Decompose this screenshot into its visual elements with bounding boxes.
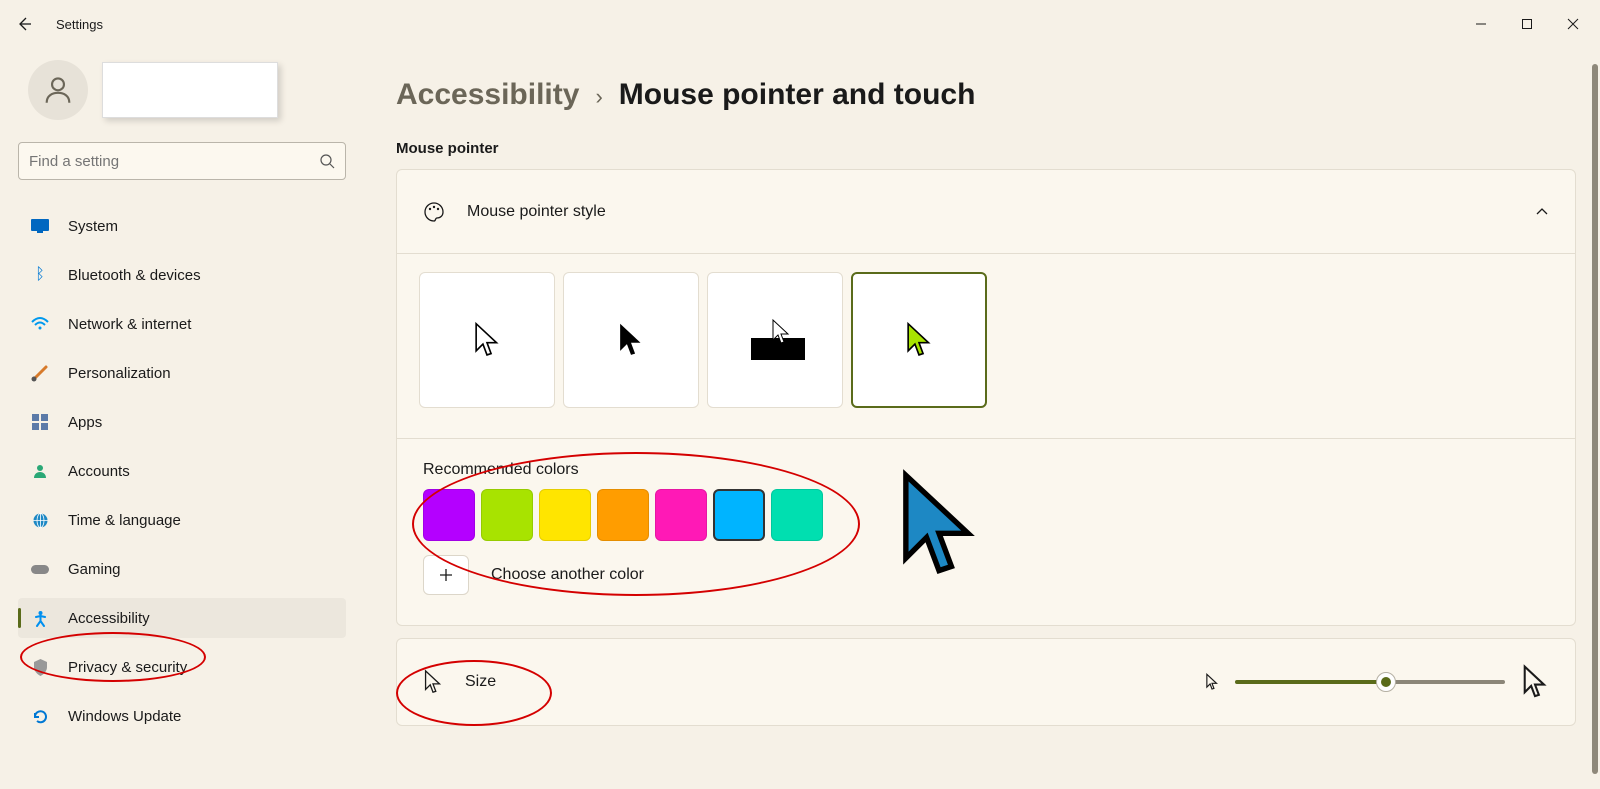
pointer-style-custom[interactable] [851, 272, 987, 408]
close-button[interactable] [1550, 4, 1596, 44]
profile-block[interactable] [18, 60, 346, 120]
main-content: Accessibility › Mouse pointer and touch … [360, 48, 1600, 789]
color-swatch-magenta[interactable] [655, 489, 707, 541]
color-swatch-lime[interactable] [481, 489, 533, 541]
cursor-small-icon [1205, 673, 1219, 691]
sidebar: System ᛒ Bluetooth & devices Network & i… [0, 48, 360, 789]
nav-label: Accessibility [68, 610, 150, 627]
plus-button[interactable] [423, 555, 469, 595]
sidebar-item-system[interactable]: System [18, 206, 346, 246]
card-title: Mouse pointer style [467, 203, 606, 221]
size-card: Size [396, 638, 1576, 726]
choose-another-color-label: Choose another color [491, 566, 644, 584]
cursor-white-icon [473, 321, 501, 359]
palette-icon [423, 201, 445, 223]
profile-name-card [102, 62, 278, 118]
nav-label: Privacy & security [68, 659, 187, 676]
back-button[interactable] [4, 4, 44, 44]
maximize-button[interactable] [1504, 4, 1550, 44]
plus-icon [438, 567, 454, 583]
pointer-preview [893, 467, 985, 595]
breadcrumb: Accessibility › Mouse pointer and touch [396, 78, 1576, 112]
apps-icon [30, 412, 50, 432]
color-swatch-teal[interactable] [771, 489, 823, 541]
search-input[interactable] [29, 153, 319, 170]
chevron-right-icon: › [595, 84, 602, 110]
titlebar: Settings [0, 0, 1600, 48]
nav-label: Network & internet [68, 316, 191, 333]
sidebar-item-network[interactable]: Network & internet [18, 304, 346, 344]
person-icon [41, 73, 75, 107]
globe-icon [30, 510, 50, 530]
account-icon [30, 461, 50, 481]
nav-label: Bluetooth & devices [68, 267, 201, 284]
nav-list: System ᛒ Bluetooth & devices Network & i… [18, 206, 346, 745]
nav-label: System [68, 218, 118, 235]
nav-label: Apps [68, 414, 102, 431]
pointer-style-options [397, 254, 1575, 439]
pointer-style-card: Mouse pointer style [396, 169, 1576, 626]
pointer-style-header[interactable]: Mouse pointer style [397, 170, 1575, 254]
sidebar-item-time[interactable]: Time & language [18, 500, 346, 540]
page-title: Mouse pointer and touch [619, 78, 976, 112]
scrollbar[interactable] [1592, 64, 1598, 774]
app-title: Settings [56, 17, 103, 32]
breadcrumb-parent[interactable]: Accessibility [396, 78, 579, 112]
shield-icon [30, 657, 50, 677]
arrow-left-icon [16, 16, 32, 32]
sidebar-item-personalization[interactable]: Personalization [18, 353, 346, 393]
choose-another-color[interactable]: Choose another color [423, 555, 823, 595]
cursor-black-icon [617, 321, 645, 359]
colors-block: Recommended colors Choo [397, 439, 1575, 625]
nav-label: Gaming [68, 561, 121, 578]
nav-label: Time & language [68, 512, 181, 529]
size-slider-group [1205, 664, 1549, 700]
accessibility-icon [30, 608, 50, 628]
color-swatch-purple[interactable] [423, 489, 475, 541]
cursor-inverted-icon [743, 316, 807, 364]
nav-label: Accounts [68, 463, 130, 480]
brush-icon [30, 363, 50, 383]
display-icon [30, 216, 50, 236]
update-icon [30, 706, 50, 726]
avatar [28, 60, 88, 120]
sidebar-item-update[interactable]: Windows Update [18, 696, 346, 736]
color-swatch-cyan[interactable] [713, 489, 765, 541]
cursor-outline-icon [423, 669, 443, 695]
cursor-preview-icon [893, 467, 985, 583]
chevron-up-icon [1535, 205, 1549, 219]
sidebar-item-bluetooth[interactable]: ᛒ Bluetooth & devices [18, 255, 346, 295]
pointer-style-inverted[interactable] [707, 272, 843, 408]
sidebar-item-accessibility[interactable]: Accessibility [18, 598, 346, 638]
sidebar-item-privacy[interactable]: Privacy & security [18, 647, 346, 687]
window-controls [1458, 4, 1596, 44]
search-icon [319, 153, 335, 169]
nav-label: Windows Update [68, 708, 181, 725]
pointer-style-black[interactable] [563, 272, 699, 408]
size-slider[interactable] [1235, 680, 1505, 684]
sidebar-item-gaming[interactable]: Gaming [18, 549, 346, 589]
pointer-style-white[interactable] [419, 272, 555, 408]
minimize-button[interactable] [1458, 4, 1504, 44]
gamepad-icon [30, 559, 50, 579]
sidebar-item-accounts[interactable]: Accounts [18, 451, 346, 491]
search-box[interactable] [18, 142, 346, 180]
size-label: Size [465, 673, 496, 691]
section-label: Mouse pointer [396, 140, 1576, 157]
slider-thumb[interactable] [1376, 672, 1396, 692]
color-swatch-orange[interactable] [597, 489, 649, 541]
wifi-icon [30, 314, 50, 334]
color-swatch-yellow[interactable] [539, 489, 591, 541]
sidebar-item-apps[interactable]: Apps [18, 402, 346, 442]
cursor-large-icon [1521, 664, 1549, 700]
bluetooth-icon: ᛒ [30, 265, 50, 285]
cursor-custom-icon [905, 321, 933, 359]
recommended-colors-label: Recommended colors [423, 461, 823, 479]
nav-label: Personalization [68, 365, 171, 382]
color-swatches [423, 489, 823, 541]
